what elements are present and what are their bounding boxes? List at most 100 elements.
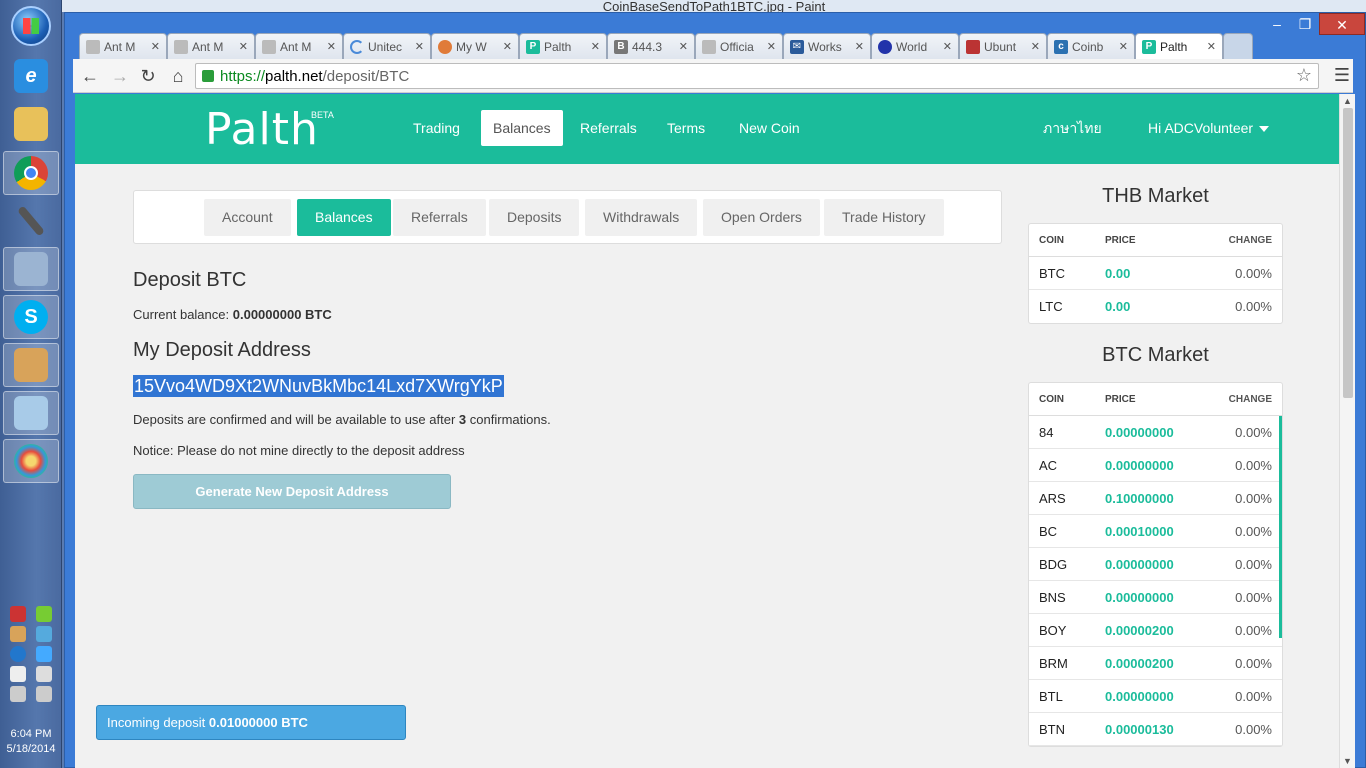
browser-tab[interactable]: Ubunt ✕ <box>959 33 1047 59</box>
network-signal-icon[interactable] <box>10 686 26 702</box>
browser-tab[interactable]: P Palth ✕ <box>519 33 607 59</box>
generate-address-button[interactable]: Generate New Deposit Address <box>133 474 451 509</box>
nav-new-coin[interactable]: New Coin <box>727 110 812 146</box>
taskbar-mic-button[interactable] <box>3 199 59 243</box>
nav-user-menu[interactable]: Hi ADCVolunteer <box>1136 110 1281 146</box>
tab-close-icon[interactable]: ✕ <box>151 40 160 53</box>
table-row[interactable]: BTC 0.00 0.00% <box>1029 257 1282 290</box>
browser-tab[interactable]: Ant M ✕ <box>167 33 255 59</box>
close-icon[interactable]: ✕ <box>1319 13 1365 35</box>
taskbar-paint-button[interactable] <box>3 439 59 483</box>
back-arrow-icon[interactable]: ← <box>79 65 101 87</box>
tab-close-icon[interactable]: ✕ <box>767 40 776 53</box>
col-change[interactable]: CHANGE <box>1197 235 1282 246</box>
table-row[interactable]: BOY 0.00000200 0.00% <box>1029 614 1282 647</box>
deposit-address[interactable]: 15Vvo4WD9Xt2WNuvBkMbc14Lxd7XWrgYkP <box>133 375 504 397</box>
action-center-flag-icon[interactable] <box>10 666 26 682</box>
tray-app-icon[interactable] <box>10 606 26 622</box>
subnav-account[interactable]: Account <box>204 199 291 236</box>
subnav-deposits[interactable]: Deposits <box>489 199 580 236</box>
minimize-icon[interactable]: – <box>1263 13 1291 35</box>
reload-icon[interactable]: ↻ <box>137 65 159 87</box>
browser-tab[interactable]: Officia ✕ <box>695 33 783 59</box>
browser-tab[interactable]: Unitec ✕ <box>343 33 431 59</box>
tab-close-icon[interactable]: ✕ <box>239 40 248 53</box>
taskbar-clock[interactable]: 6:04 PM 5/18/2014 <box>0 727 62 757</box>
taskbar-monitor-button[interactable] <box>3 247 59 291</box>
btc-market-list[interactable]: 84 0.00000000 0.00% AC 0.00000000 0.00% ARS 0… <box>1029 416 1282 746</box>
tab-close-icon[interactable]: ✕ <box>855 40 864 53</box>
tab-close-icon[interactable]: ✕ <box>679 40 688 53</box>
page-scrollbar[interactable]: ▲ ▼ <box>1339 94 1355 768</box>
col-price[interactable]: PRICE <box>1097 235 1197 246</box>
browser-tab[interactable]: Ant M ✕ <box>255 33 343 59</box>
incoming-deposit-toast[interactable]: Incoming deposit 0.01000000 BTC <box>96 705 406 740</box>
tray-app-icon[interactable] <box>36 606 52 622</box>
tray-app-icon[interactable] <box>36 646 52 662</box>
maximize-icon[interactable]: ❐ <box>1291 13 1319 35</box>
tab-close-icon[interactable]: ✕ <box>415 40 424 53</box>
table-row[interactable]: BC 0.00010000 0.00% <box>1029 515 1282 548</box>
scroll-up-icon[interactable]: ▲ <box>1343 96 1352 106</box>
browser-tab[interactable]: B 444.3 ✕ <box>607 33 695 59</box>
browser-tab[interactable]: ✉ Works ✕ <box>783 33 871 59</box>
table-row[interactable]: BRM 0.00000200 0.00% <box>1029 647 1282 680</box>
tab-label: Unitec <box>368 39 403 54</box>
browser-tab[interactable]: c Coinb ✕ <box>1047 33 1135 59</box>
tray-app-icon[interactable] <box>10 646 26 662</box>
table-row[interactable]: 84 0.00000000 0.00% <box>1029 416 1282 449</box>
browser-tab[interactable]: My W ✕ <box>431 33 519 59</box>
forward-arrow-icon[interactable]: → <box>109 65 131 87</box>
chrome-menu-icon[interactable]: ☰ <box>1331 65 1353 86</box>
col-coin[interactable]: COIN <box>1029 394 1097 405</box>
subnav-referrals[interactable]: Referrals <box>393 199 486 236</box>
tray-app-icon[interactable] <box>36 626 52 642</box>
nav-balances[interactable]: Balances <box>481 110 563 146</box>
tab-close-icon[interactable]: ✕ <box>1031 40 1040 53</box>
taskbar-chrome-button[interactable] <box>3 151 59 195</box>
site-logo[interactable]: Palth <box>205 104 319 155</box>
subnav-trade-history[interactable]: Trade History <box>824 199 944 236</box>
nav-trading[interactable]: Trading <box>401 110 472 146</box>
new-tab-button[interactable] <box>1223 33 1253 59</box>
tab-close-icon[interactable]: ✕ <box>1119 40 1128 53</box>
table-row[interactable]: BTN 0.00000130 0.00% <box>1029 713 1282 746</box>
subnav-balances[interactable]: Balances <box>297 199 391 236</box>
tab-close-icon[interactable]: ✕ <box>591 40 600 53</box>
tab-close-icon[interactable]: ✕ <box>327 40 336 53</box>
nav-language[interactable]: ภาษาไทย <box>1031 110 1114 146</box>
browser-tab[interactable]: Ant M ✕ <box>79 33 167 59</box>
battery-icon[interactable] <box>36 666 52 682</box>
nav-referrals[interactable]: Referrals <box>568 110 649 146</box>
subnav-open-orders[interactable]: Open Orders <box>703 199 820 236</box>
table-row[interactable]: BTL 0.00000000 0.00% <box>1029 680 1282 713</box>
bookmark-star-icon[interactable]: ☆ <box>1296 65 1312 86</box>
start-button[interactable] <box>3 4 59 48</box>
col-coin[interactable]: COIN <box>1029 235 1097 246</box>
taskbar-explorer-button[interactable] <box>3 102 59 146</box>
browser-tab-active[interactable]: P Palth ✕ <box>1135 33 1223 59</box>
nav-terms[interactable]: Terms <box>655 110 717 146</box>
taskbar-skype-button[interactable]: S <box>3 295 59 339</box>
browser-tab[interactable]: World ✕ <box>871 33 959 59</box>
table-row[interactable]: BNS 0.00000000 0.00% <box>1029 581 1282 614</box>
address-bar[interactable]: https://palth.net/deposit/BTC ☆ <box>195 63 1319 89</box>
scroll-thumb[interactable] <box>1343 108 1353 398</box>
home-icon[interactable]: ⌂ <box>167 65 189 87</box>
tray-app-icon[interactable] <box>10 626 26 642</box>
table-row[interactable]: ARS 0.10000000 0.00% <box>1029 482 1282 515</box>
subnav-withdrawals[interactable]: Withdrawals <box>585 199 698 236</box>
taskbar-notepad-button[interactable] <box>3 391 59 435</box>
table-row[interactable]: AC 0.00000000 0.00% <box>1029 449 1282 482</box>
scroll-down-icon[interactable]: ▼ <box>1343 756 1352 766</box>
table-row[interactable]: BDG 0.00000000 0.00% <box>1029 548 1282 581</box>
taskbar-ie-button[interactable]: e <box>3 54 59 98</box>
taskbar-app-button[interactable] <box>3 343 59 387</box>
tab-close-icon[interactable]: ✕ <box>943 40 952 53</box>
tab-close-icon[interactable]: ✕ <box>1207 40 1216 53</box>
tab-close-icon[interactable]: ✕ <box>503 40 512 53</box>
col-price[interactable]: PRICE <box>1097 394 1197 405</box>
table-row[interactable]: LTC 0.00 0.00% <box>1029 290 1282 323</box>
col-change[interactable]: CHANGE <box>1197 394 1282 405</box>
volume-icon[interactable] <box>36 686 52 702</box>
